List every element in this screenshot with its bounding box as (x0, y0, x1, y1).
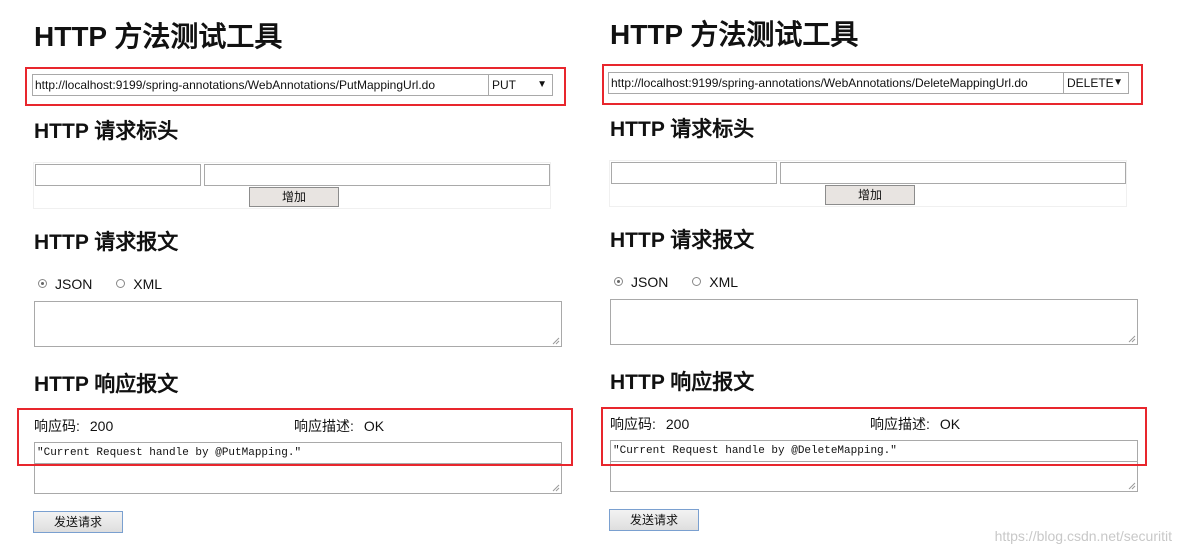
response-desc-label: 响应描述: (294, 418, 354, 434)
response-desc-line: 响应描述: OK (870, 414, 960, 434)
radio-unchecked-icon (116, 279, 126, 288)
headers-table: 增加 (33, 162, 551, 209)
dropdown-arrow-icon: ▼ (1113, 77, 1123, 88)
send-request-button[interactable]: 发送请求 (609, 509, 699, 531)
body-format-radio-group: JSON XML (38, 275, 182, 292)
response-body-text: "Current Request handle by @PutMapping." (37, 447, 302, 459)
response-section-title: HTTP 响应报文 (610, 371, 755, 394)
watermark-text: https://blog.csdn.net/securitit (994, 528, 1172, 544)
resize-grip-icon[interactable] (552, 484, 560, 492)
response-desc-line: 响应描述: OK (294, 416, 384, 436)
request-body-textarea[interactable] (610, 299, 1138, 345)
radio-checked-icon (38, 279, 47, 288)
response-section-title: HTTP 响应报文 (34, 373, 179, 396)
radio-xml-label: XML (709, 273, 739, 290)
radio-xml[interactable]: XML (692, 274, 738, 290)
body-section-title: HTTP 请求报文 (34, 231, 179, 254)
url-input[interactable] (33, 75, 488, 95)
header-name-input[interactable] (35, 164, 201, 186)
method-value: DELETE (1067, 76, 1114, 90)
response-code-line: 响应码: 200 (610, 414, 689, 434)
headers-section-title: HTTP 请求标头 (610, 118, 755, 141)
page-title: HTTP 方法测试工具 (610, 19, 859, 50)
radio-checked-icon (614, 277, 623, 286)
request-body-textarea[interactable] (34, 301, 562, 347)
response-desc-value: OK (363, 418, 385, 434)
put-test-panel: HTTP 方法测试工具 PUT ▼ HTTP 请求标头 增加 HTTP 请求报文… (0, 0, 573, 552)
add-header-button[interactable]: 增加 (825, 185, 915, 205)
divider (611, 461, 1137, 462)
dropdown-arrow-icon: ▼ (537, 79, 547, 90)
response-code-value: 200 (89, 418, 114, 434)
body-format-radio-group: JSON XML (614, 273, 758, 290)
method-select[interactable]: DELETE ▼ (1063, 73, 1128, 93)
radio-json[interactable]: JSON (614, 274, 668, 290)
radio-unchecked-icon (692, 277, 702, 286)
radio-xml-label: XML (133, 275, 163, 292)
method-select[interactable]: PUT ▼ (488, 75, 552, 95)
request-line: PUT ▼ (32, 74, 553, 96)
response-desc-label: 响应描述: (870, 416, 930, 432)
page-title: HTTP 方法测试工具 (34, 21, 283, 52)
response-code-line: 响应码: 200 (34, 416, 113, 436)
send-request-button[interactable]: 发送请求 (33, 511, 123, 533)
body-section-title: HTTP 请求报文 (610, 229, 755, 252)
response-body-area[interactable]: "Current Request handle by @DeleteMappin… (610, 440, 1138, 492)
response-code-label: 响应码: (610, 416, 656, 432)
header-value-input[interactable] (780, 162, 1126, 184)
delete-test-panel: HTTP 方法测试工具 DELETE ▼ HTTP 请求标头 增加 HTTP 请… (576, 0, 1147, 552)
response-body-area[interactable]: "Current Request handle by @PutMapping." (34, 442, 562, 494)
response-code-label: 响应码: (34, 418, 80, 434)
header-value-input[interactable] (204, 164, 550, 186)
add-header-button[interactable]: 增加 (249, 187, 339, 207)
divider (35, 463, 561, 464)
radio-json[interactable]: JSON (38, 276, 92, 292)
radio-xml[interactable]: XML (116, 276, 162, 292)
url-input[interactable] (609, 73, 1063, 93)
response-body-text: "Current Request handle by @DeleteMappin… (613, 445, 897, 457)
radio-json-label: JSON (55, 275, 93, 292)
resize-grip-icon[interactable] (1128, 482, 1136, 490)
header-name-input[interactable] (611, 162, 777, 184)
headers-section-title: HTTP 请求标头 (34, 120, 179, 143)
headers-table: 增加 (609, 160, 1127, 207)
method-value: PUT (492, 78, 516, 92)
request-line: DELETE ▼ (608, 72, 1129, 94)
resize-grip-icon[interactable] (1128, 335, 1136, 343)
resize-grip-icon[interactable] (552, 337, 560, 345)
response-desc-value: OK (939, 416, 961, 432)
response-code-value: 200 (665, 416, 690, 432)
radio-json-label: JSON (631, 273, 669, 290)
